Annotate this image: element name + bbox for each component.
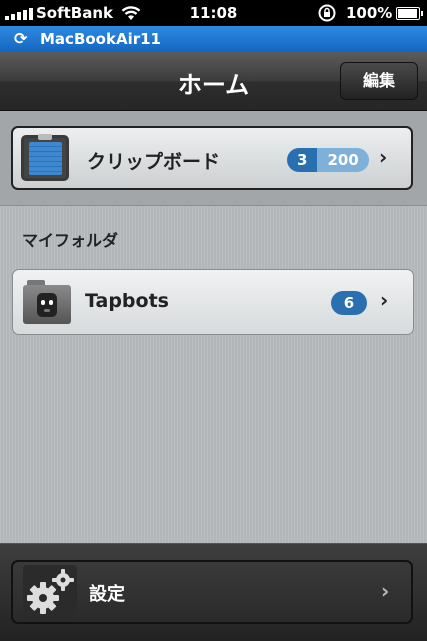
badge-secondary: 200 [317, 148, 369, 172]
rotation-lock-icon [318, 4, 336, 22]
folder-label: Tapbots [85, 290, 169, 312]
settings-label: 設定 [89, 584, 125, 605]
settings-button[interactable]: 設定 › [11, 560, 413, 624]
folder-count-badge: 6 [331, 291, 367, 315]
clipboard-row[interactable]: クリップボード 3 200 › [11, 126, 413, 190]
bottom-toolbar: 設定 › [0, 543, 427, 641]
nav-bar: ホーム 編集 [0, 52, 427, 111]
edit-button[interactable]: 編集 [340, 62, 418, 100]
clipboard-section: クリップボード 3 200 › [0, 111, 427, 206]
clipboard-label: クリップボード [87, 151, 221, 173]
clipboard-icon [21, 134, 69, 181]
clipboard-badge: 3 200 [287, 148, 369, 172]
main-content: クリップボード 3 200 › マイフォルダ Tapbots 6 › [0, 111, 427, 543]
chevron-right-icon: › [381, 579, 390, 603]
battery-percent: 100% [346, 4, 393, 22]
badge-primary: 3 [287, 148, 318, 172]
status-bar: SoftBank 11:08 100% [0, 0, 427, 26]
battery-icon [396, 7, 423, 20]
chevron-right-icon: › [380, 288, 389, 312]
gear-icon [23, 565, 77, 619]
sync-icon: ⟳ [14, 29, 28, 48]
section-header-my-folders: マイフォルダ [22, 231, 119, 250]
folder-icon [23, 280, 71, 324]
folder-row-tapbots[interactable]: Tapbots 6 › [12, 269, 414, 335]
chevron-right-icon: › [379, 145, 388, 169]
device-name: MacBookAir11 [40, 30, 161, 48]
sync-bar[interactable]: ⟳ MacBookAir11 [0, 26, 427, 52]
